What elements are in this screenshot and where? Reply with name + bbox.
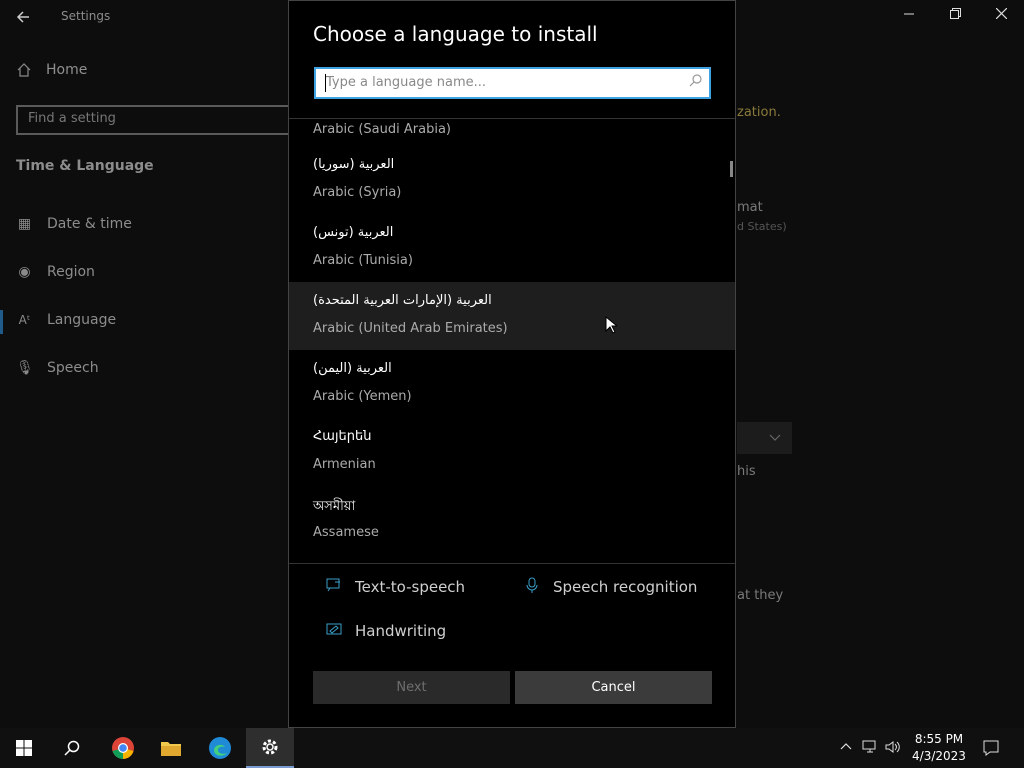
dialog-title: Choose a language to install (313, 22, 598, 46)
notification-icon[interactable] (983, 740, 999, 756)
search-icon (689, 73, 703, 91)
list-item[interactable]: অসমীয়া Assamese (289, 489, 735, 557)
language-search-input[interactable]: Type a language name... (314, 67, 711, 99)
edge-icon (209, 737, 231, 759)
sidebar-item-region[interactable]: ◉ Region (16, 264, 95, 280)
cancel-button[interactable]: Cancel (515, 671, 712, 704)
language-native-name: Հայերեն (313, 429, 372, 444)
language-english-name: Arabic (Syria) (313, 185, 402, 200)
chevron-down-icon (769, 434, 781, 441)
chrome-button[interactable] (99, 728, 147, 768)
background-text-fragment: mat (737, 200, 763, 215)
feature-label: Speech recognition (553, 578, 698, 596)
selected-indicator (0, 310, 3, 334)
background-text-fragment: zation. (737, 105, 781, 120)
language-list: Arabic (Saudi Arabia) العربية (سوريا) Ar… (289, 118, 735, 563)
sidebar-item-speech[interactable]: 🎙︎ Speech (16, 360, 99, 376)
windows-logo-icon (16, 740, 32, 756)
edge-button[interactable] (196, 728, 244, 768)
minimize-icon (903, 13, 914, 15)
settings-search-placeholder: Find a setting (28, 111, 116, 126)
file-explorer-button[interactable] (147, 728, 195, 768)
language-english-name: Arabic (Tunisia) (313, 253, 413, 268)
next-button[interactable]: Next (313, 671, 510, 704)
language-english-name: Assamese (313, 525, 379, 540)
restore-button[interactable] (932, 0, 978, 32)
home-label: Home (46, 62, 88, 78)
language-install-dialog: Choose a language to install Type a lang… (288, 0, 736, 728)
list-item[interactable]: العربية (الإمارات العربية المتحدة) Arabi… (289, 282, 735, 350)
search-icon (64, 740, 80, 756)
globe-icon: ◉ (18, 264, 31, 280)
section-title: Time & Language (16, 158, 154, 174)
chrome-icon (112, 737, 134, 759)
back-arrow-icon (16, 11, 29, 23)
sidebar-home[interactable]: Home (16, 62, 87, 78)
settings-sidebar: Home Find a setting Time & Language ▦ Da… (0, 32, 300, 728)
feature-label: Text-to-speech (355, 578, 466, 596)
list-item[interactable]: العربية (اليمن) Arabic (Yemen) (289, 353, 735, 421)
language-english-name: Arabic (United Arab Emirates) (313, 321, 508, 336)
microphone-icon (523, 577, 541, 597)
language-native-name: العربية (الإمارات العربية المتحدة) (313, 293, 492, 308)
list-item[interactable]: العربية (سوريا) Arabic (Syria) (289, 149, 735, 217)
mouse-cursor-icon (605, 316, 617, 334)
list-item[interactable]: العربية (تونس) Arabic (Tunisia) (289, 217, 735, 285)
close-icon (995, 7, 1007, 20)
settings-search-input[interactable]: Find a setting (16, 105, 300, 135)
handwriting-icon (325, 621, 343, 641)
background-text-fragment: d States) (737, 220, 787, 233)
language-native-name: অসমীয়া (313, 499, 356, 514)
search-button[interactable] (48, 728, 96, 768)
home-icon (17, 63, 31, 77)
language-english-name: Armenian (313, 457, 376, 472)
sidebar-item-label: Date & time (47, 216, 132, 232)
settings-taskbar-button[interactable] (246, 728, 294, 768)
feature-handwriting: Handwriting (325, 621, 446, 641)
language-native-name: العربية (اليمن) (313, 361, 392, 376)
language-english-name: Arabic (Yemen) (313, 389, 412, 404)
window-title: Settings (61, 9, 111, 23)
folder-icon (161, 742, 181, 756)
language-icon: Aᵗ (18, 313, 31, 327)
language-english-name: Arabic (Saudi Arabia) (313, 122, 451, 137)
restore-icon (949, 8, 961, 19)
list-item[interactable]: Հայերեն Armenian (289, 421, 735, 489)
gear-icon (262, 739, 278, 755)
sidebar-item-label: Speech (47, 360, 99, 376)
divider (289, 563, 735, 564)
start-button[interactable] (0, 728, 48, 768)
language-native-name: العربية (تونس) (313, 225, 394, 240)
volume-icon[interactable] (885, 740, 901, 754)
sidebar-item-label: Region (47, 264, 95, 280)
calendar-clock-icon: ▦ (17, 216, 32, 232)
microphone-icon: 🎙︎ (16, 360, 34, 376)
scrollbar-thumb[interactable] (730, 161, 733, 177)
sidebar-item-date-time[interactable]: ▦ Date & time (16, 216, 132, 232)
network-icon[interactable] (862, 740, 878, 754)
clock-time: 8:55 PM (914, 732, 964, 746)
feature-label: Handwriting (355, 622, 447, 640)
taskbar-clock[interactable]: 8:55 PM 4/3/2023 (908, 731, 970, 765)
text-to-speech-icon (325, 577, 343, 597)
background-text-fragment: his (737, 464, 756, 479)
sidebar-item-label: Language (47, 312, 117, 328)
taskbar: 8:55 PM 4/3/2023 (0, 728, 1024, 768)
clock-date: 4/3/2023 (912, 749, 966, 763)
language-search-placeholder: Type a language name... (326, 75, 487, 90)
background-text-fragment: at they (737, 588, 784, 603)
chevron-up-icon[interactable] (840, 742, 852, 750)
feature-text-to-speech: Text-to-speech (325, 577, 465, 597)
back-button[interactable] (12, 6, 34, 28)
close-button[interactable] (978, 0, 1024, 32)
minimize-button[interactable] (886, 0, 932, 32)
language-native-name: العربية (سوريا) (313, 157, 395, 172)
feature-speech-recognition: Speech recognition (523, 577, 697, 597)
background-dropdown (737, 422, 792, 454)
sidebar-item-language[interactable]: Aᵗ Language (16, 312, 116, 328)
